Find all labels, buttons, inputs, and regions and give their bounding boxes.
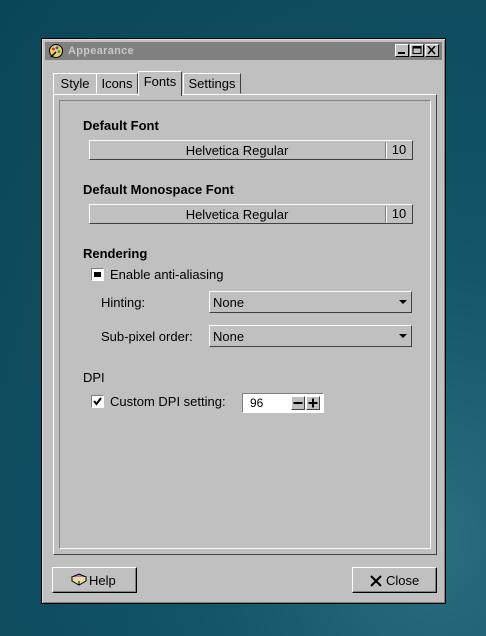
window-title: Appearance	[68, 45, 134, 57]
close-button-label: Close	[386, 573, 420, 588]
custom-dpi-label: Custom DPI setting:	[110, 394, 226, 409]
tab-icons-label: Icons	[101, 76, 133, 91]
rendering-heading: Rendering	[83, 246, 148, 261]
custom-dpi-checkbox[interactable]	[91, 395, 104, 408]
hinting-value: None	[213, 295, 245, 310]
help-button-label: Help	[89, 573, 116, 588]
subpixel-label: Sub-pixel order:	[101, 329, 193, 344]
close-button[interactable]: Close	[352, 567, 437, 593]
help-book-icon	[70, 573, 88, 586]
tab-style-label: Style	[60, 76, 90, 91]
default-font-button[interactable]: Helvetica Regular 10	[89, 140, 413, 160]
tab-settings-label: Settings	[188, 76, 236, 91]
appearance-app-icon	[49, 44, 63, 58]
subpixel-dropdown[interactable]: None	[209, 325, 412, 347]
default-font-size: 10	[385, 142, 412, 158]
tab-style[interactable]: Style	[53, 73, 97, 94]
dpi-decrement-button[interactable]	[291, 396, 305, 410]
maximize-button[interactable]	[410, 44, 424, 57]
tab-settings[interactable]: Settings	[183, 73, 241, 94]
minus-icon	[293, 402, 303, 404]
antialias-label: Enable anti-aliasing	[110, 267, 224, 282]
default-font-heading: Default Font	[83, 118, 159, 133]
close-icon	[427, 46, 436, 55]
plus-icon	[308, 398, 318, 408]
appearance-window: Appearance Style Icons Fonts Settings De…	[41, 38, 446, 604]
dpi-increment-button[interactable]	[306, 396, 320, 410]
partial-check-icon	[94, 272, 101, 277]
dpi-heading: DPI	[83, 370, 105, 385]
mono-font-heading: Default Monospace Font	[83, 182, 234, 197]
mono-font-button[interactable]: Helvetica Regular 10	[89, 204, 413, 224]
default-font-name: Helvetica Regular	[185, 143, 289, 158]
mono-font-name: Helvetica Regular	[185, 207, 289, 222]
help-button[interactable]: Help	[52, 567, 137, 593]
subpixel-value: None	[213, 329, 245, 344]
chevron-down-icon	[399, 300, 407, 304]
maximize-icon	[412, 46, 422, 54]
tab-icons[interactable]: Icons	[96, 73, 138, 94]
mono-font-size: 10	[385, 206, 412, 222]
chevron-down-icon	[399, 334, 407, 338]
minimize-button[interactable]	[395, 44, 409, 57]
dpi-value: 96	[250, 396, 264, 410]
close-window-button[interactable]	[425, 44, 439, 57]
tab-fonts-label: Fonts	[143, 74, 177, 89]
minimize-icon	[398, 52, 405, 54]
hinting-dropdown[interactable]: None	[209, 291, 412, 313]
fonts-panel: Default Font Helvetica Regular 10 Defaul…	[53, 94, 437, 555]
dpi-spinbox[interactable]: 96	[242, 393, 324, 413]
tab-fonts[interactable]: Fonts	[138, 71, 182, 96]
hinting-label: Hinting:	[101, 295, 146, 310]
check-icon	[93, 397, 102, 406]
close-icon	[370, 575, 382, 587]
antialias-checkbox[interactable]	[91, 268, 104, 281]
title-bar[interactable]: Appearance	[45, 42, 442, 60]
